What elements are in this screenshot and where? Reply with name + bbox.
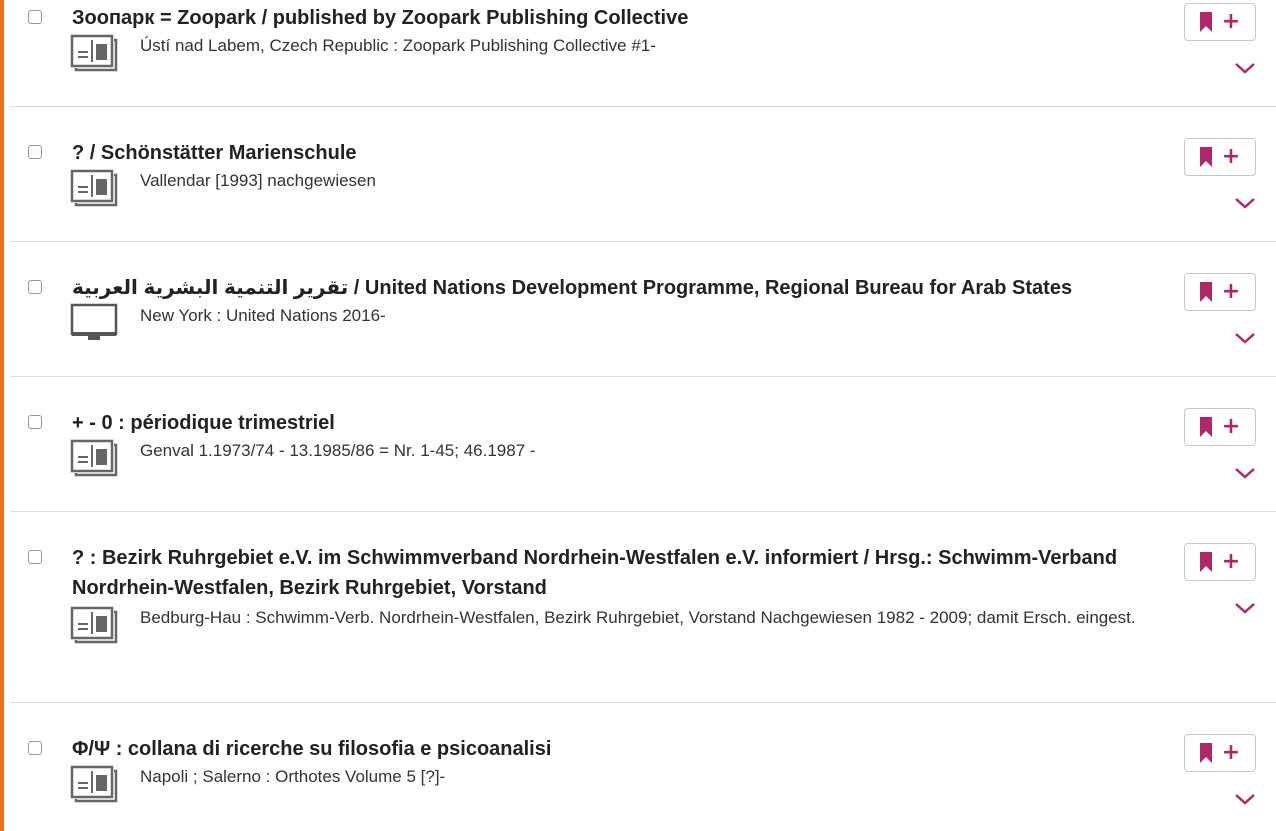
chevron-down-icon[interactable] (1234, 466, 1256, 480)
bookmark-icon (1199, 12, 1212, 32)
accent-bar (0, 0, 4, 831)
chevron-down-icon[interactable] (1234, 196, 1256, 210)
select-checkbox[interactable] (28, 280, 42, 294)
result-title[interactable]: ? : Bezirk Ruhrgebiet e.V. im Schwimmver… (72, 543, 1162, 603)
result-details: Genval 1.1973/74 - 13.1985/86 = Nr. 1-45… (140, 441, 536, 460)
result-item: تقرير التنمية البشرية العربية / United N… (10, 242, 1276, 377)
result-item: ? : Bezirk Ruhrgebiet e.V. im Schwimmver… (10, 512, 1276, 703)
bookmark-icon (1199, 282, 1212, 302)
add-bookmark-button[interactable]: + (1184, 3, 1256, 41)
add-bookmark-button[interactable]: + (1184, 138, 1256, 176)
plus-icon: + (1221, 414, 1241, 439)
add-bookmark-button[interactable]: + (1184, 273, 1256, 311)
result-item: Зоопарк = Zoopark / published by Zoopark… (10, 0, 1276, 107)
select-checkbox[interactable] (28, 550, 42, 564)
add-bookmark-button[interactable]: + (1184, 408, 1256, 446)
newspaper-icon (70, 439, 118, 477)
add-bookmark-button[interactable]: + (1184, 734, 1256, 772)
chevron-down-icon[interactable] (1234, 331, 1256, 345)
bookmark-icon (1199, 743, 1212, 763)
bookmark-icon (1199, 417, 1212, 437)
result-title[interactable]: Зоопарк = Zoopark / published by Zoopark… (72, 3, 1162, 33)
result-details: Ústí nad Labem, Czech Republic : Zoopark… (140, 36, 656, 55)
plus-icon: + (1221, 549, 1241, 574)
select-checkbox[interactable] (28, 415, 42, 429)
newspaper-icon (70, 169, 118, 207)
plus-icon: + (1221, 279, 1241, 304)
result-details: New York : United Nations 2016- (140, 306, 386, 325)
newspaper-icon (70, 606, 118, 644)
plus-icon: + (1221, 740, 1241, 765)
result-details: Napoli ; Salerno : Orthotes Volume 5 [?]… (140, 767, 446, 786)
result-title[interactable]: ? / Schönstätter Marienschule (72, 138, 1162, 168)
result-title[interactable]: + - 0 : périodique trimestriel (72, 408, 1162, 438)
chevron-down-icon[interactable] (1234, 792, 1256, 806)
select-checkbox[interactable] (28, 10, 42, 24)
select-checkbox[interactable] (28, 741, 42, 755)
result-title[interactable]: تقرير التنمية البشرية العربية / United N… (72, 273, 1162, 303)
select-checkbox[interactable] (28, 145, 42, 159)
bookmark-icon (1199, 147, 1212, 167)
chevron-down-icon[interactable] (1234, 601, 1256, 615)
chevron-down-icon[interactable] (1234, 61, 1256, 75)
add-bookmark-button[interactable]: + (1184, 543, 1256, 581)
result-item: Φ/Ψ : collana di ricerche su filosofia e… (10, 703, 1276, 831)
results-list: Зоопарк = Zoopark / published by Zoopark… (10, 0, 1276, 831)
plus-icon: + (1221, 144, 1241, 169)
bookmark-icon (1199, 552, 1212, 572)
result-details: Vallendar [1993] nachgewiesen (140, 171, 376, 190)
result-details: Bedburg-Hau : Schwimm-Verb. Nordrhein-We… (140, 608, 1136, 627)
result-item: ? / Schönstätter Marienschule Vallendar … (10, 107, 1276, 242)
result-item: + - 0 : périodique trimestriel Genval 1.… (10, 377, 1276, 512)
computer-monitor-icon (70, 303, 118, 340)
result-title[interactable]: Φ/Ψ : collana di ricerche su filosofia e… (72, 734, 1162, 764)
newspaper-icon (70, 765, 118, 803)
plus-icon: + (1221, 9, 1241, 34)
newspaper-icon (70, 34, 118, 72)
